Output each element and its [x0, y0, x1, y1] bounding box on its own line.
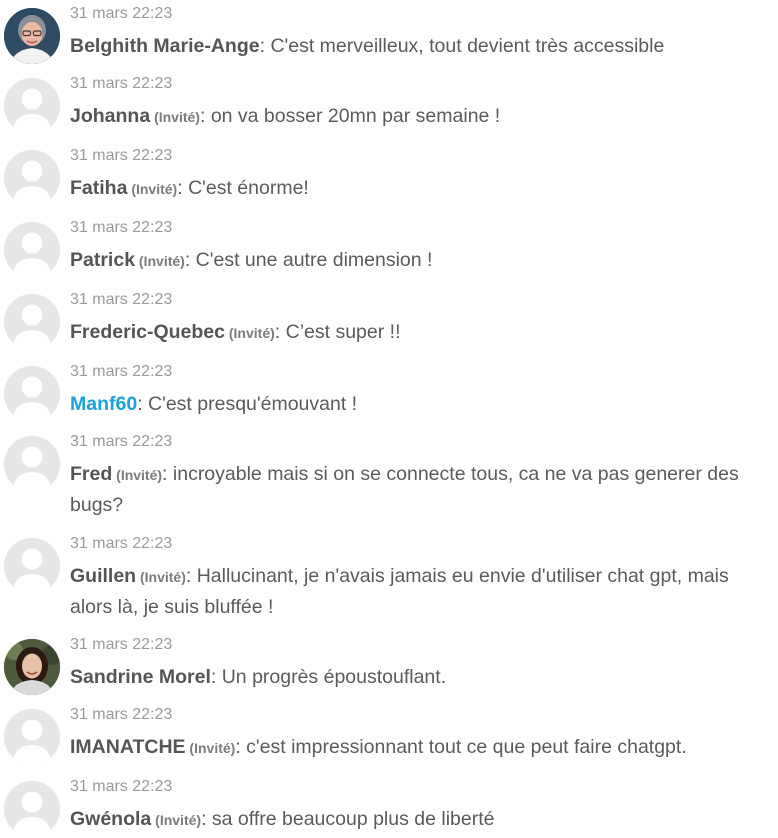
message-time: 31 mars 22:23 — [70, 219, 173, 236]
separator: : — [201, 808, 212, 830]
message-body: 31 mars 22:23 Fatiha (Invité): C'est éno… — [70, 146, 768, 204]
avatar[interactable] — [4, 366, 60, 422]
message-content: sa offre beaucoup plus de liberté — [211, 808, 495, 830]
default-user-icon — [4, 78, 60, 134]
message-body: 31 mars 22:23 Sandrine Morel: Un progrès… — [70, 635, 768, 693]
message-time: 31 mars 22:23 — [70, 147, 173, 164]
message-time: 31 mars 22:23 — [70, 535, 173, 552]
guest-tag: (Invité) — [135, 253, 185, 269]
avatar[interactable] — [4, 436, 60, 492]
separator: : — [259, 35, 271, 57]
message-body: 31 mars 22:23 Johanna (Invité): on va bo… — [70, 74, 768, 132]
photo-woman-glasses-icon — [4, 8, 60, 64]
message-time: 31 mars 22:23 — [70, 291, 173, 308]
avatar[interactable] — [4, 639, 60, 695]
author-name[interactable]: Manf60 — [70, 393, 137, 415]
message-body: 31 mars 22:23 Guillen (Invité): Hallucin… — [70, 534, 768, 622]
guest-tag: (Invité) — [185, 740, 236, 756]
message-time: 31 mars 22:23 — [70, 5, 173, 22]
author-name[interactable]: Patrick — [70, 249, 135, 271]
message-text: IMANATCHE (Invité): c'est impressionnant… — [70, 732, 768, 763]
message-content: on va bosser 20mn par semaine ! — [210, 105, 501, 127]
separator: : — [210, 666, 222, 688]
guest-tag: (Invité) — [224, 325, 275, 341]
author-name[interactable]: Guillen — [70, 565, 136, 587]
guest-tag: (Invité) — [136, 569, 186, 585]
message-body: 31 mars 22:23 Patrick (Invité): C'est un… — [70, 218, 768, 276]
message-content: C'est énorme! — [188, 177, 309, 199]
message-content: C'est merveilleux, tout devient très acc… — [270, 35, 665, 57]
guest-tag: (Invité) — [112, 467, 163, 483]
default-user-icon — [4, 436, 60, 492]
author-name[interactable]: IMANATCHE — [70, 736, 186, 758]
author-name[interactable]: Belghith Marie-Ange — [70, 35, 260, 57]
guest-tag: (Invité) — [127, 181, 178, 197]
separator: : — [235, 736, 247, 758]
avatar[interactable] — [4, 222, 60, 278]
default-user-icon — [4, 294, 60, 350]
message-body: 31 mars 22:23 Manf60: C'est presqu'émouv… — [70, 362, 768, 420]
message-text: Fred (Invité): incroyable mais si on se … — [70, 459, 768, 520]
avatar[interactable] — [4, 150, 60, 206]
message-content: C’est super !! — [285, 321, 401, 343]
message-body: 31 mars 22:23 IMANATCHE (Invité): c'est … — [70, 705, 768, 763]
default-user-icon — [4, 366, 60, 422]
message-text: Gwénola (Invité): sa offre beaucoup plus… — [70, 804, 768, 835]
separator: : — [199, 105, 211, 127]
avatar[interactable] — [4, 8, 60, 64]
avatar[interactable] — [4, 78, 60, 134]
message-body: 31 mars 22:23 Belghith Marie-Ange: C'est… — [70, 4, 768, 62]
separator: : — [177, 177, 189, 199]
guest-tag: (Invité) — [151, 812, 202, 828]
message-content: C'est une autre dimension ! — [195, 249, 433, 271]
default-user-icon — [4, 150, 60, 206]
message-time: 31 mars 22:23 — [70, 636, 173, 653]
avatar[interactable] — [4, 294, 60, 350]
separator: : — [185, 565, 197, 587]
author-name[interactable]: Fred — [70, 463, 112, 485]
chat-message-list: 31 mars 22:23 Belghith Marie-Ange: C'est… — [0, 0, 778, 838]
message-content: Un progrès époustouflant. — [221, 666, 447, 688]
message-content: c'est impressionnant tout ce que peut fa… — [246, 736, 687, 758]
default-user-icon — [4, 709, 60, 765]
author-name[interactable]: Sandrine Morel — [70, 666, 211, 688]
message-time: 31 mars 22:23 — [70, 363, 173, 380]
avatar[interactable] — [4, 538, 60, 594]
guest-tag: (Invité) — [150, 109, 200, 125]
default-user-icon — [4, 222, 60, 278]
separator: : — [162, 463, 173, 485]
message-body: 31 mars 22:23 Frederic-Quebec (Invité): … — [70, 290, 768, 348]
separator: : — [274, 321, 286, 343]
message-body: 31 mars 22:23 Fred (Invité): incroyable … — [70, 432, 768, 520]
author-name[interactable]: Fatiha — [70, 177, 127, 199]
default-user-icon — [4, 538, 60, 594]
message-text: Manf60: C'est presqu'émouvant ! — [70, 389, 768, 420]
photo-woman-dark-hair-icon — [4, 639, 60, 695]
message-body: 31 mars 22:23 Gwénola (Invité): sa offre… — [70, 777, 768, 835]
separator: : — [184, 249, 196, 271]
message-content: C'est presqu'émouvant ! — [148, 393, 358, 415]
message-text: Belghith Marie-Ange: C'est merveilleux, … — [70, 31, 768, 62]
message-time: 31 mars 22:23 — [70, 706, 173, 723]
message-text: Frederic-Quebec (Invité): C’est super !! — [70, 317, 768, 348]
message-text: Fatiha (Invité): C'est énorme! — [70, 173, 768, 204]
message-text: Johanna (Invité): on va bosser 20mn par … — [70, 101, 768, 132]
author-name[interactable]: Gwénola — [70, 808, 151, 830]
avatar[interactable] — [4, 709, 60, 765]
message-time: 31 mars 22:23 — [70, 778, 173, 795]
message-time: 31 mars 22:23 — [70, 75, 173, 92]
message-text: Sandrine Morel: Un progrès époustouflant… — [70, 662, 768, 693]
message-text: Guillen (Invité): Hallucinant, je n'avai… — [70, 561, 768, 622]
author-name[interactable]: Frederic-Quebec — [70, 321, 225, 343]
message-time: 31 mars 22:23 — [70, 433, 173, 450]
author-name[interactable]: Johanna — [70, 105, 150, 127]
default-user-icon — [4, 781, 60, 837]
avatar[interactable] — [4, 781, 60, 837]
message-text: Patrick (Invité): C'est une autre dimens… — [70, 245, 768, 276]
separator: : — [137, 393, 149, 415]
